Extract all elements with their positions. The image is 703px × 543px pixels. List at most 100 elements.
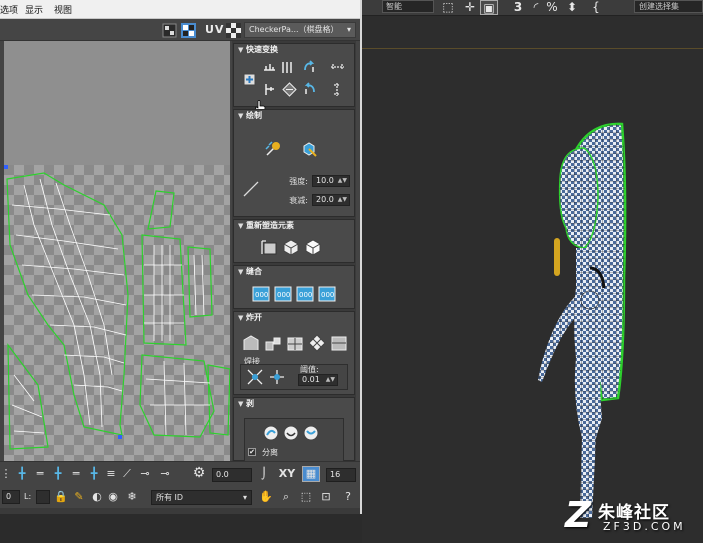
rollout-header[interactable]: ▼ 炸开: [234, 312, 354, 325]
rotate-cw-icon[interactable]: [302, 60, 317, 75]
rollout-header[interactable]: ▼ 重新塑造元素: [234, 220, 354, 233]
watermark-en-text: ZF3D.COM: [603, 520, 686, 533]
relax-cube-icon[interactable]: [282, 238, 300, 256]
paint-relax-icon[interactable]: [300, 140, 318, 158]
rotation-angle-input[interactable]: 0.0: [212, 468, 252, 482]
align-left-icon[interactable]: ⋮: [0, 467, 12, 481]
selection-filter-select[interactable]: 智能: [382, 0, 434, 13]
stitch-to-source-icon[interactable]: 000: [318, 286, 336, 302]
rollout-header[interactable]: ▼ 快速变换: [234, 44, 354, 57]
rollout-title: 炸开: [246, 313, 262, 322]
named-selection-set[interactable]: 创建选择集: [634, 0, 703, 13]
distribute-icon[interactable]: ╋: [86, 467, 102, 481]
material-id-select[interactable]: 所有 ID ▾: [151, 490, 252, 505]
grid-size-input[interactable]: 16: [326, 468, 356, 482]
peel-mode-icon[interactable]: [282, 424, 300, 442]
align-h-icon[interactable]: ═: [32, 467, 48, 481]
menu-view[interactable]: 视图: [54, 3, 72, 16]
zoom-region-icon[interactable]: ⬚: [298, 490, 314, 504]
align-v-icon[interactable]: ═: [68, 467, 84, 481]
l-input[interactable]: [36, 490, 50, 504]
detach-edge-icon[interactable]: [264, 334, 282, 352]
space-horizontal-icon[interactable]: [330, 60, 345, 75]
weld-selected-icon[interactable]: [246, 368, 264, 386]
menu-display[interactable]: 显示: [25, 3, 43, 16]
perspective-viewport[interactable]: 智能 ⬚ ✛ ▣ 3 ◜ % ⬍ { 创建选择集 Z 朱峰社区 ZF3D.COM: [362, 0, 703, 543]
paint-pin-icon[interactable]: [264, 140, 282, 158]
relax-options-icon[interactable]: [304, 238, 322, 256]
main-toolbar: 智能 ⬚ ✛ ▣ 3 ◜ % ⬍ { 创建选择集: [362, 0, 703, 16]
space-vertical-icon[interactable]: [330, 82, 345, 97]
select-icon[interactable]: ▣: [480, 0, 498, 15]
stitch-to-target-icon[interactable]: 000: [274, 286, 292, 302]
spinner-arrows-icon[interactable]: ▲▼: [338, 195, 347, 205]
break-icon[interactable]: [242, 334, 260, 352]
brush-falloff-icon[interactable]: [242, 180, 260, 198]
align-horizontal-icon[interactable]: [262, 60, 277, 75]
hide-icon[interactable]: ◐: [90, 490, 104, 504]
strength-spinner[interactable]: 10.0 ▲▼: [312, 175, 350, 187]
unfold-icon[interactable]: [330, 334, 348, 352]
flatten-icon[interactable]: [286, 334, 304, 352]
uv-channel-label[interactable]: UV: [205, 23, 224, 36]
svg-text:000: 000: [299, 291, 312, 299]
pivot-icon[interactable]: [242, 72, 257, 87]
xy-plane-label[interactable]: XY: [276, 467, 298, 481]
snap-3d-icon[interactable]: 3: [510, 0, 526, 15]
pencil-icon[interactable]: ✎: [72, 490, 86, 504]
straighten-icon[interactable]: [282, 82, 297, 97]
threshold-spinner[interactable]: 0.01 ▲▼: [298, 374, 338, 386]
uv-canvas-outside-area: [4, 41, 230, 165]
spinner-arrows-icon[interactable]: ▲▼: [338, 176, 347, 186]
rotate-ccw-icon[interactable]: [302, 82, 317, 97]
straighten-selection-icon[interactable]: [260, 238, 278, 256]
rollout-title: 缝合: [246, 267, 262, 276]
zoom-icon[interactable]: ⌕: [278, 490, 294, 504]
checker-explode-icon[interactable]: [308, 334, 326, 352]
spinner-snap-icon[interactable]: ⬍: [564, 0, 580, 15]
menu-options[interactable]: 选项: [0, 3, 18, 16]
angle-snap-icon[interactable]: ◜: [530, 0, 542, 15]
help-icon[interactable]: ?: [340, 490, 356, 504]
zoom-extents-icon[interactable]: ⊡: [318, 490, 334, 504]
lock-icon[interactable]: 🔒: [54, 490, 68, 504]
percent-snap-icon[interactable]: %: [544, 0, 560, 15]
texture-swatch-icon[interactable]: [226, 23, 241, 38]
distribute-v-icon[interactable]: ≡: [104, 467, 118, 481]
eye-icon[interactable]: ◉: [106, 490, 120, 504]
show-map-icon[interactable]: [162, 23, 177, 38]
selection-region-icon[interactable]: ⬚: [440, 0, 456, 15]
stitch-custom-icon[interactable]: 000: [252, 286, 270, 302]
texture-map-select[interactable]: CheckerPa...（棋盘格） ▾: [244, 22, 356, 38]
align-to-edge-icon[interactable]: [262, 82, 277, 97]
rollout-header[interactable]: ▼ 绘制: [234, 110, 354, 123]
align-vertical-icon[interactable]: [280, 60, 295, 75]
rollout-header[interactable]: ▼ 剥: [234, 398, 354, 411]
grid-snap-icon[interactable]: ▦: [302, 466, 320, 482]
diagonal-icon[interactable]: ⟋: [120, 467, 134, 481]
probe-alt-icon[interactable]: ⊸: [158, 467, 172, 481]
edit-named-selection-icon[interactable]: {: [588, 0, 604, 15]
quick-peel-icon[interactable]: [262, 424, 280, 442]
zf3d-watermark: Z 朱峰社区 ZF3D.COM: [565, 496, 703, 540]
probe-icon[interactable]: ⊸: [138, 467, 152, 481]
character-model[interactable]: [532, 118, 682, 518]
angle-dial-icon[interactable]: ⚙: [190, 466, 208, 480]
align-v-center-icon[interactable]: ╋: [50, 467, 66, 481]
pan-hand-icon[interactable]: ✋: [258, 490, 274, 504]
align-h-center-icon[interactable]: ╋: [14, 467, 30, 481]
uv-editor-canvas[interactable]: [0, 41, 232, 461]
stitch-average-icon[interactable]: 000: [296, 286, 314, 302]
uv-shells[interactable]: [4, 165, 230, 461]
checker-map-icon[interactable]: [181, 23, 196, 38]
snap-curve-icon[interactable]: ⌡: [256, 467, 272, 481]
reset-peel-icon[interactable]: [302, 424, 320, 442]
split-checkbox[interactable]: ✔: [248, 448, 256, 456]
coordinate-input[interactable]: 0: [2, 490, 20, 504]
move-icon[interactable]: ✛: [462, 0, 478, 15]
weld-target-icon[interactable]: [268, 368, 286, 386]
spinner-arrows-icon[interactable]: ▲▼: [326, 375, 335, 385]
falloff-spinner[interactable]: 20.0 ▲▼: [312, 194, 350, 206]
rollout-header[interactable]: ▼ 缝合: [234, 266, 354, 279]
freeze-icon[interactable]: ❄: [124, 490, 140, 504]
